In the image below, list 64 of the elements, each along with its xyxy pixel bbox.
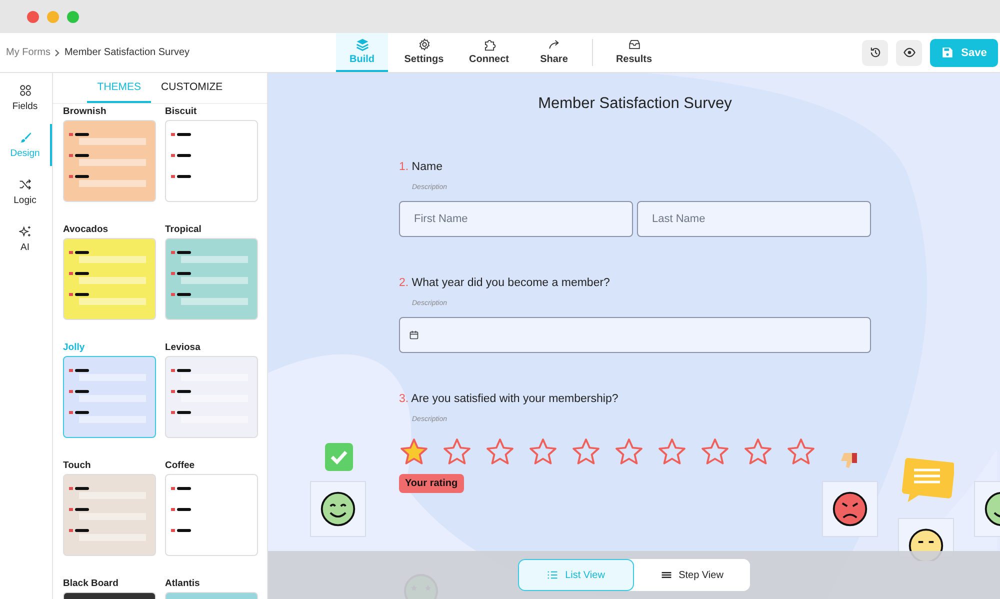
theme-name: Coffee [165, 460, 196, 471]
star-icon[interactable] [528, 437, 558, 467]
smiley-icon [319, 490, 357, 528]
star-icon[interactable] [442, 437, 472, 467]
theme-name: Black Board [63, 578, 120, 589]
star-icon[interactable] [485, 437, 515, 467]
checkmark-icon [325, 443, 353, 471]
question-label: 1. Name [399, 161, 444, 173]
input-field[interactable]: First Name [399, 201, 633, 237]
nav-tab[interactable]: Share [525, 33, 583, 72]
puzzle-icon [482, 38, 496, 51]
star-icon[interactable] [399, 437, 429, 467]
sparkle-icon [18, 225, 32, 238]
breadcrumb-link[interactable]: My Forms [6, 47, 50, 58]
steps-icon [660, 570, 672, 580]
sidebar-item[interactable]: Logic [0, 171, 52, 213]
calendar-icon [409, 330, 419, 340]
shuffle-icon [18, 178, 32, 191]
minimize-dot[interactable] [47, 10, 59, 22]
save-icon [941, 46, 954, 59]
settings-icon [418, 38, 430, 51]
list-icon [547, 570, 558, 580]
thumbs-down-icon [839, 451, 859, 471]
rating-tooltip: Your rating [399, 474, 464, 493]
sidebar-item[interactable]: AI [0, 218, 52, 260]
nav-tab[interactable]: Results [605, 33, 663, 72]
star-icon[interactable] [614, 437, 644, 467]
nav-tab[interactable]: Settings [395, 33, 453, 72]
preview-button[interactable] [896, 40, 922, 66]
input-field[interactable]: Last Name [637, 201, 871, 237]
theme-name: Touch [63, 460, 92, 471]
inbox-icon [628, 38, 640, 51]
star-icon[interactable] [786, 437, 816, 467]
eye-icon [902, 46, 916, 59]
grid-icon [18, 84, 32, 97]
panel-tab[interactable]: CUSTOMIZE [151, 73, 233, 103]
form-name: Member Satisfaction Survey [64, 47, 190, 58]
theme-name: Tropical [165, 224, 202, 235]
layers-icon [356, 38, 368, 51]
theme-name: Avocados [63, 224, 110, 235]
question-label: 3. Are you satisfied with your membership? [399, 393, 620, 405]
share-icon [548, 38, 560, 51]
theme-name: Jolly [63, 342, 86, 353]
star-icon[interactable] [743, 437, 773, 467]
chevron-icon [54, 48, 60, 56]
theme-name: Brownish [63, 106, 108, 117]
theme-name: Leviosa [165, 342, 202, 353]
angry-face-icon [831, 490, 869, 528]
sidebar-item[interactable]: Fields [0, 77, 52, 119]
star-icon[interactable] [700, 437, 730, 467]
star-rating[interactable] [399, 437, 816, 467]
nav-tab[interactable]: Connect [460, 33, 518, 72]
star-icon[interactable] [657, 437, 687, 467]
star-icon[interactable] [571, 437, 601, 467]
history-icon [868, 46, 882, 59]
date-field[interactable] [399, 317, 871, 353]
form-title: Member Satisfaction Survey [537, 95, 733, 113]
maximize-dot[interactable] [67, 10, 79, 22]
theme-name: Biscuit [165, 106, 198, 117]
brush-icon [18, 131, 32, 144]
theme-name: Atlantis [165, 578, 201, 589]
history-button[interactable] [862, 40, 888, 66]
close-dot[interactable] [27, 10, 39, 22]
question-label: 2. What year did you become a member? [399, 277, 611, 289]
